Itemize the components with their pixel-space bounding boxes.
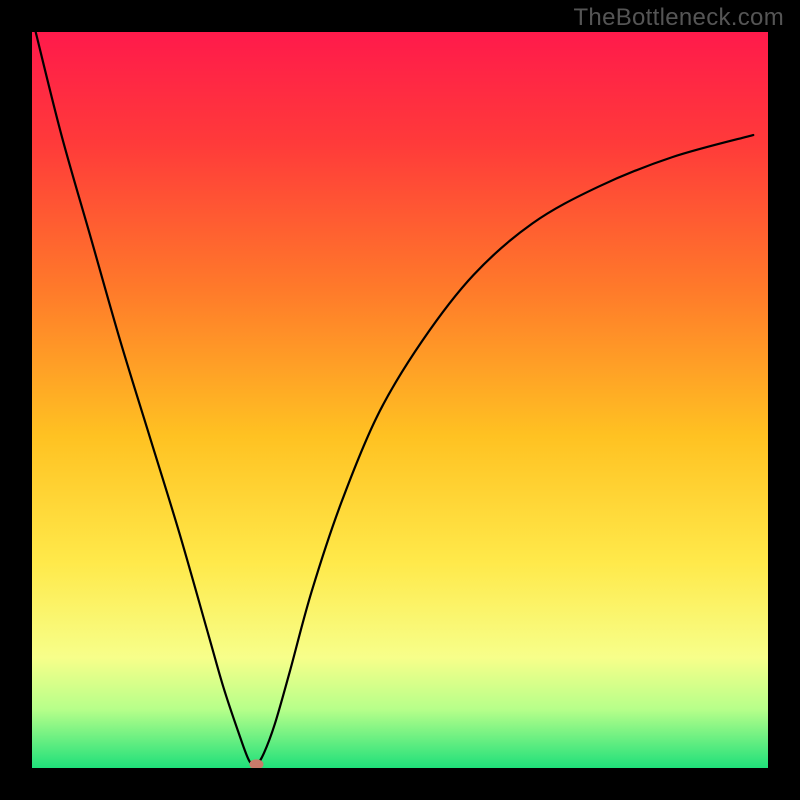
plot-area — [32, 32, 768, 768]
background-gradient — [32, 32, 768, 768]
watermark-text: TheBottleneck.com — [573, 4, 784, 32]
chart-frame: TheBottleneck.com — [0, 0, 800, 800]
